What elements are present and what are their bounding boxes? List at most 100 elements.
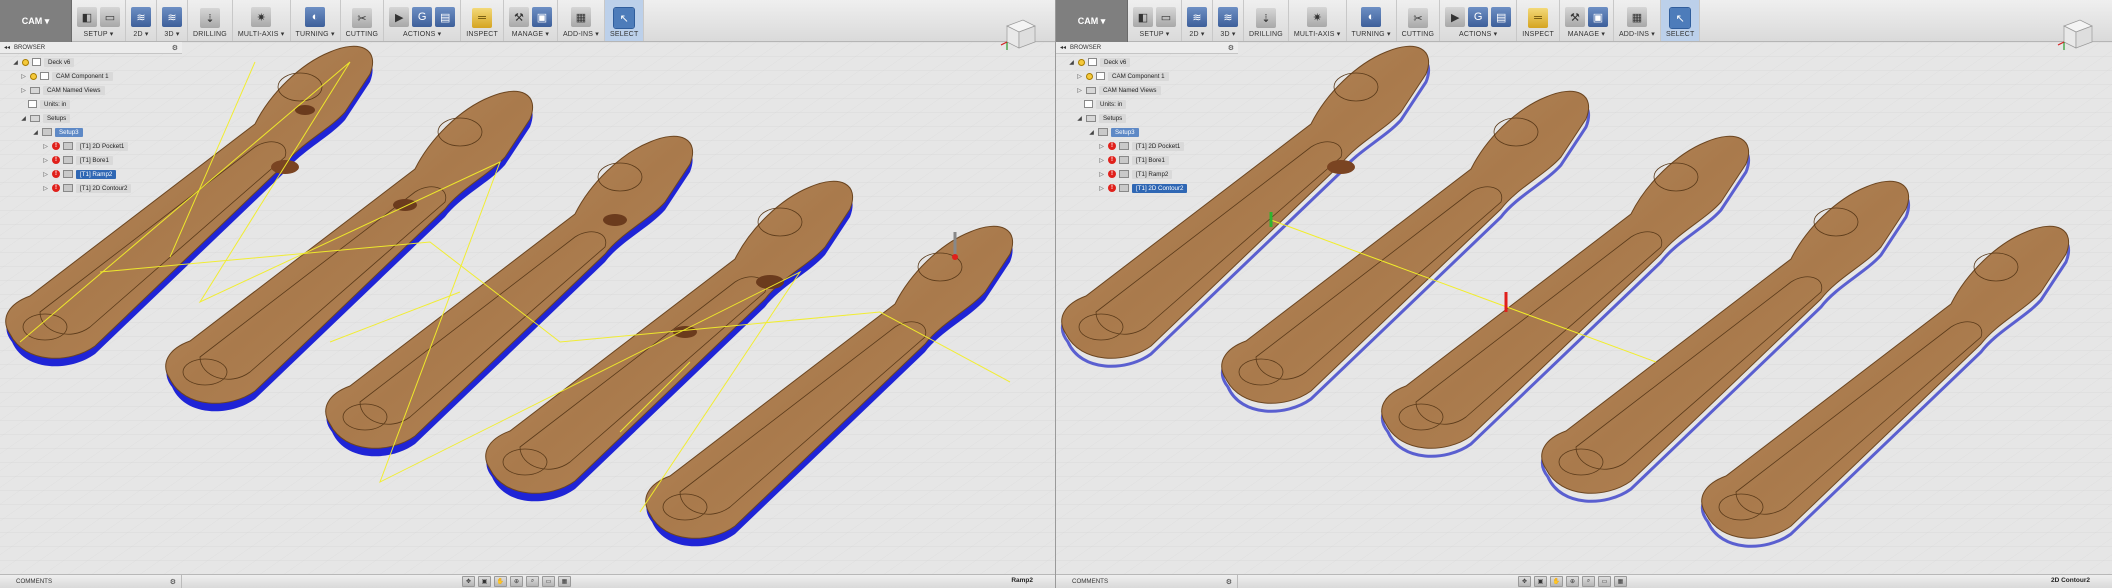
collapsed-triangle-icon[interactable]: ▷ bbox=[1098, 171, 1105, 178]
tree-node-op-bore[interactable]: ▷! [T1] Bore1 bbox=[1098, 154, 1169, 166]
toolbar-group-add-ins[interactable]: ▦ ADD-INS ▾ bbox=[1614, 0, 1661, 41]
tree-node-op-ramp[interactable]: ▷! [T1] Ramp2 bbox=[1098, 168, 1173, 180]
zoom-icon[interactable]: ⊕ bbox=[1566, 576, 1579, 587]
tree-node-op-ramp[interactable]: ▷! [T1] Ramp2 bbox=[42, 168, 117, 180]
orbit-icon[interactable]: ✥ bbox=[1518, 576, 1531, 587]
toolbar-group-manage[interactable]: ⚒ ▣ MANAGE ▾ bbox=[504, 0, 558, 41]
expanded-triangle-icon[interactable]: ◢ bbox=[1068, 59, 1075, 66]
toolbar-group-inspect[interactable]: ═ INSPECT bbox=[1517, 0, 1560, 41]
toolbar-group-actions[interactable]: ▶ G ▤ ACTIONS ▾ bbox=[1440, 0, 1518, 41]
comments-panel[interactable]: COMMENTS ⚙ bbox=[1056, 575, 1238, 588]
toolbar-group-manage[interactable]: ⚒ ▣ MANAGE ▾ bbox=[1560, 0, 1614, 41]
collapsed-triangle-icon[interactable]: ▷ bbox=[20, 73, 27, 80]
model-scene[interactable] bbox=[0, 42, 1056, 574]
collapsed-triangle-icon[interactable]: ▷ bbox=[20, 87, 27, 94]
visibility-bulb-icon[interactable] bbox=[1086, 72, 1093, 80]
expanded-triangle-icon[interactable]: ◢ bbox=[12, 59, 19, 66]
gear-icon[interactable]: ⚙ bbox=[1228, 44, 1234, 52]
display-settings-icon[interactable]: ▭ bbox=[1598, 576, 1611, 587]
grid-settings-icon[interactable]: ▦ bbox=[1614, 576, 1627, 587]
viewcube[interactable] bbox=[999, 14, 1039, 54]
tree-node-root[interactable]: ◢ Deck v6 bbox=[1068, 56, 1131, 68]
tree-node-op-contour[interactable]: ▷! [T1] 2D Contour2 bbox=[42, 182, 132, 194]
look-at-icon[interactable]: ▣ bbox=[478, 576, 491, 587]
toolbar-group-2d[interactable]: ≋ 2D ▾ bbox=[1182, 0, 1213, 41]
tree-node-units[interactable]: Units: in bbox=[1084, 98, 1127, 110]
board-5[interactable] bbox=[1701, 225, 2071, 548]
orbit-icon[interactable]: ✥ bbox=[462, 576, 475, 587]
fit-icon[interactable]: ⌕ bbox=[1582, 576, 1595, 587]
expanded-triangle-icon[interactable]: ◢ bbox=[1076, 115, 1083, 122]
look-at-icon[interactable]: ▣ bbox=[1534, 576, 1547, 587]
tree-node-root[interactable]: ◢ Deck v6 bbox=[12, 56, 75, 68]
grid-settings-icon[interactable]: ▦ bbox=[558, 576, 571, 587]
collapsed-triangle-icon[interactable]: ▷ bbox=[42, 185, 49, 192]
gear-icon[interactable]: ⚙ bbox=[170, 578, 176, 586]
tree-node-op-pocket[interactable]: ▷! [T1] 2D Pocket1 bbox=[1098, 140, 1185, 152]
toolbar-group-2d[interactable]: ≋ 2D ▾ bbox=[126, 0, 157, 41]
visibility-bulb-icon[interactable] bbox=[22, 58, 29, 66]
toolbar-group-cutting[interactable]: ✂ CUTTING bbox=[1397, 0, 1441, 41]
left-viewport[interactable]: CAM ▾ ◧ ▭ SETUP ▾ ≋ 2D ▾ ≋ 3D ▾ ⇣ DRILLING ✷ M… bbox=[0, 0, 1056, 588]
zoom-icon[interactable]: ⊕ bbox=[510, 576, 523, 587]
fit-icon[interactable]: ⌕ bbox=[526, 576, 539, 587]
workspace-switcher[interactable]: CAM ▾ bbox=[0, 0, 72, 42]
expanded-triangle-icon[interactable]: ◢ bbox=[32, 129, 39, 136]
toolbar-group-inspect[interactable]: ═ INSPECT bbox=[461, 0, 504, 41]
toolbar-group-cutting[interactable]: ✂ CUTTING bbox=[341, 0, 385, 41]
expanded-triangle-icon[interactable]: ◢ bbox=[1088, 129, 1095, 136]
collapsed-triangle-icon[interactable]: ▷ bbox=[1076, 87, 1083, 94]
tree-node-component[interactable]: ▷ CAM Component 1 bbox=[20, 70, 113, 82]
collapse-icon[interactable]: ◂◂ bbox=[1060, 44, 1066, 51]
toolbar-group-select[interactable]: ↖ SELECT bbox=[604, 0, 645, 41]
toolbar-group-drilling[interactable]: ⇣ DRILLING bbox=[1244, 0, 1289, 41]
collapsed-triangle-icon[interactable]: ▷ bbox=[42, 157, 49, 164]
tree-node-op-pocket[interactable]: ▷! [T1] 2D Pocket1 bbox=[42, 140, 129, 152]
toolbar-group-turning[interactable]: ◐ TURNING ▾ bbox=[291, 0, 341, 41]
visibility-bulb-icon[interactable] bbox=[1078, 58, 1085, 66]
toolbar-group-3d[interactable]: ≋ 3D ▾ bbox=[1213, 0, 1244, 41]
collapsed-triangle-icon[interactable]: ▷ bbox=[1076, 73, 1083, 80]
tree-node-setups[interactable]: ◢ Setups bbox=[1076, 112, 1127, 124]
toolbar-group-3d[interactable]: ≋ 3D ▾ bbox=[157, 0, 188, 41]
pan-icon[interactable]: ✋ bbox=[1550, 576, 1563, 587]
toolbar-group-multi-axis[interactable]: ✷ MULTI-AXIS ▾ bbox=[233, 0, 291, 41]
collapse-icon[interactable]: ◂◂ bbox=[4, 44, 10, 51]
comments-panel[interactable]: COMMENTS ⚙ bbox=[0, 575, 182, 588]
workspace-switcher[interactable]: CAM ▾ bbox=[1056, 0, 1128, 42]
tree-node-setup[interactable]: ◢ Setup3 bbox=[1088, 126, 1139, 138]
toolbar-group-setup[interactable]: ◧ ▭ SETUP ▾ bbox=[1128, 0, 1182, 41]
collapsed-triangle-icon[interactable]: ▷ bbox=[42, 143, 49, 150]
pan-icon[interactable]: ✋ bbox=[494, 576, 507, 587]
browser-header[interactable]: ◂◂ BROWSER ⚙ bbox=[1056, 42, 1238, 54]
toolbar-group-select[interactable]: ↖ SELECT bbox=[1660, 0, 1701, 41]
collapsed-triangle-icon[interactable]: ▷ bbox=[1098, 185, 1105, 192]
browser-header[interactable]: ◂◂ BROWSER ⚙ bbox=[0, 42, 182, 54]
tree-node-setups[interactable]: ◢ Setups bbox=[20, 112, 71, 124]
right-viewport[interactable]: CAM ▾ ◧ ▭ SETUP ▾ ≋ 2D ▾ ≋ 3D ▾ ⇣ DRILLING ✷ M… bbox=[1056, 0, 2112, 588]
viewcube[interactable] bbox=[2056, 14, 2096, 54]
tree-node-op-bore[interactable]: ▷! [T1] Bore1 bbox=[42, 154, 113, 166]
expanded-triangle-icon[interactable]: ◢ bbox=[20, 115, 27, 122]
tree-node-units[interactable]: Units: in bbox=[28, 98, 71, 110]
toolbar-group-add-ins[interactable]: ▦ ADD-INS ▾ bbox=[558, 0, 605, 41]
toolbar-group-drilling[interactable]: ⇣ DRILLING bbox=[188, 0, 233, 41]
tree-node-component[interactable]: ▷ CAM Component 1 bbox=[1076, 70, 1169, 82]
collapsed-triangle-icon[interactable]: ▷ bbox=[1098, 143, 1105, 150]
display-settings-icon[interactable]: ▭ bbox=[542, 576, 555, 587]
gear-icon[interactable]: ⚙ bbox=[1226, 578, 1232, 586]
toolbar-group-setup[interactable]: ◧ ▭ SETUP ▾ bbox=[72, 0, 126, 41]
visibility-bulb-icon[interactable] bbox=[30, 72, 37, 80]
collapsed-triangle-icon[interactable]: ▷ bbox=[42, 171, 49, 178]
model-scene[interactable] bbox=[1056, 42, 2112, 574]
board-5[interactable] bbox=[645, 225, 1014, 547]
toolbar-group-actions[interactable]: ▶ G ▤ ACTIONS ▾ bbox=[384, 0, 462, 41]
collapsed-triangle-icon[interactable]: ▷ bbox=[1098, 157, 1105, 164]
toolbar-group-multi-axis[interactable]: ✷ MULTI-AXIS ▾ bbox=[1289, 0, 1347, 41]
tree-node-named-views[interactable]: ▷ CAM Named Views bbox=[1076, 84, 1161, 96]
tree-node-setup[interactable]: ◢ Setup3 bbox=[32, 126, 83, 138]
tree-node-named-views[interactable]: ▷ CAM Named Views bbox=[20, 84, 105, 96]
gear-icon[interactable]: ⚙ bbox=[172, 44, 178, 52]
tree-node-op-contour[interactable]: ▷! [T1] 2D Contour2 bbox=[1098, 182, 1188, 194]
toolbar-group-turning[interactable]: ◐ TURNING ▾ bbox=[1347, 0, 1397, 41]
